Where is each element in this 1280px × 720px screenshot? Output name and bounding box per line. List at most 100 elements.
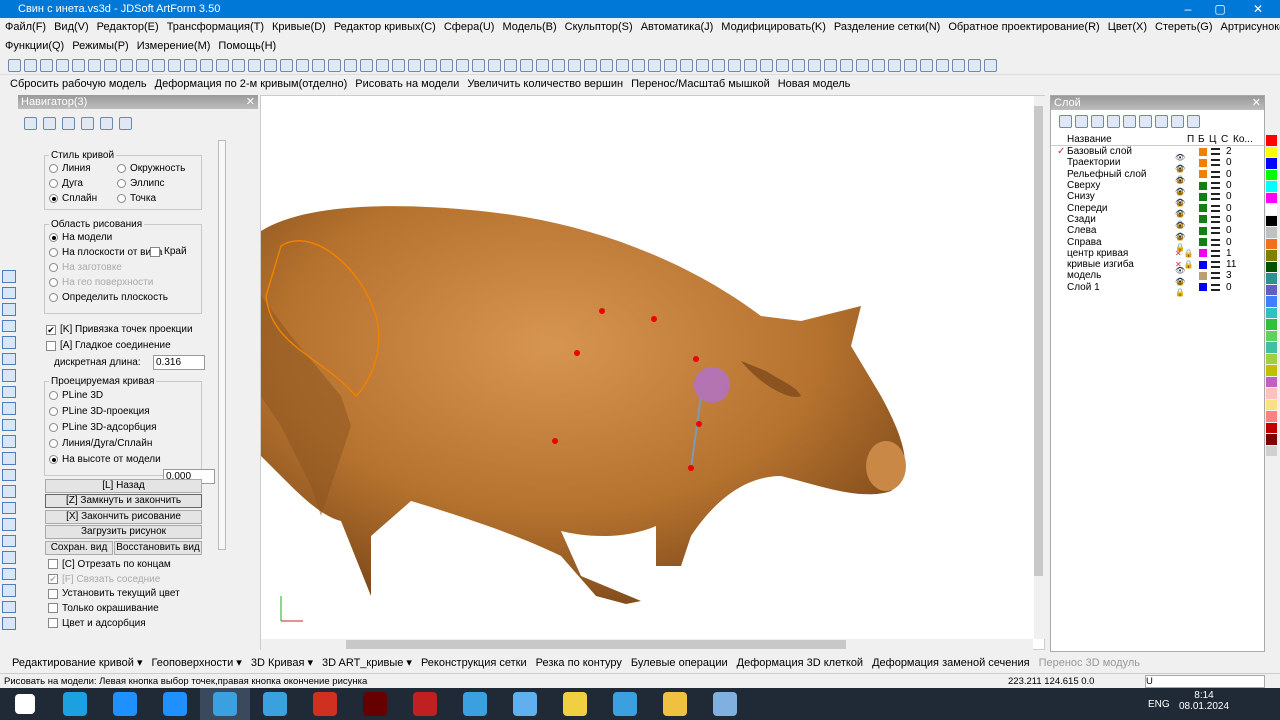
layer-row[interactable]: Сверху 👁🔒 0 xyxy=(1051,176,1264,196)
option-checkbox[interactable]: Установить текущий цвет xyxy=(48,586,180,601)
menu-item[interactable]: Режимы(P) xyxy=(72,37,128,55)
tool-icon[interactable] xyxy=(2,319,16,333)
3d-viewport[interactable] xyxy=(260,95,1045,650)
palette-color[interactable] xyxy=(1266,158,1277,169)
toolbar-text-button[interactable]: Перенос/Масштаб мышкой xyxy=(631,75,770,93)
radio-button[interactable] xyxy=(117,194,126,203)
tool-icon[interactable] xyxy=(2,369,16,382)
toolbar-button-icon[interactable] xyxy=(56,58,69,72)
radio-option[interactable]: Определить плоскость xyxy=(49,290,197,305)
tab-icon[interactable] xyxy=(81,117,94,130)
taskbar-file-explorer-icon[interactable] xyxy=(650,688,700,720)
layer-row[interactable]: Рельефный слой 👁🔒 0 xyxy=(1051,164,1264,184)
toolbar-button-icon[interactable] xyxy=(344,58,357,72)
taskbar-windows-start-icon[interactable] xyxy=(0,688,50,720)
tool-icon[interactable] xyxy=(2,435,16,449)
palette-color[interactable] xyxy=(1266,238,1277,249)
toolbar-button-icon[interactable] xyxy=(72,58,85,72)
toolbar-button-icon[interactable] xyxy=(200,58,213,72)
menu-item[interactable]: Функции(Q) xyxy=(5,37,64,55)
line-style-icon[interactable] xyxy=(1211,283,1220,291)
radio-button[interactable] xyxy=(49,293,58,302)
menu-item[interactable]: Помощь(H) xyxy=(218,37,276,55)
sort-icon[interactable] xyxy=(1187,115,1200,128)
bottom-tab[interactable]: 3D Кривая ▾ xyxy=(251,654,313,672)
toolbar-button-icon[interactable] xyxy=(264,58,277,72)
toolbar-text-button[interactable]: Деформация по 2-м кривым(отделно) xyxy=(155,75,348,93)
finish-button[interactable]: [X] Закончить рисование xyxy=(45,510,202,524)
close-icon[interactable]: ✕ xyxy=(1252,96,1264,110)
tool-icon[interactable] xyxy=(2,501,16,515)
menu-item[interactable]: Сфера(U) xyxy=(444,18,495,36)
taskbar-paint-icon[interactable] xyxy=(700,688,750,720)
toolbar-button-icon[interactable] xyxy=(728,58,741,72)
palette-color[interactable] xyxy=(1266,319,1277,330)
toolbar-button-icon[interactable] xyxy=(840,58,853,72)
toolbar-button-icon[interactable] xyxy=(776,58,789,72)
menu-item[interactable]: Редактор кривых(C) xyxy=(334,18,436,36)
tool-icon[interactable] xyxy=(2,402,16,415)
bottom-tab[interactable]: Деформация 3D клеткой xyxy=(737,654,863,672)
menu-item[interactable]: Файл(F) xyxy=(5,18,46,36)
line-style-icon[interactable] xyxy=(1211,227,1220,235)
back-button[interactable]: [L] Назад xyxy=(45,479,202,493)
menu-item[interactable]: Кривые(D) xyxy=(272,18,326,36)
line-style-icon[interactable] xyxy=(1211,249,1220,257)
down-icon[interactable] xyxy=(1107,115,1120,128)
menu-item[interactable]: Обратное проектирование(R) xyxy=(948,18,1099,36)
tool-icon[interactable] xyxy=(2,534,16,548)
menu-item[interactable]: Трансформация(T) xyxy=(167,18,264,36)
color-swatch[interactable] xyxy=(1199,192,1207,201)
column-header[interactable]: Ц xyxy=(1209,134,1221,145)
toolbar-button-icon[interactable] xyxy=(152,58,165,72)
tool-icon[interactable] xyxy=(2,352,16,366)
restore-view-button[interactable]: Восстановить вид xyxy=(114,541,202,555)
radio-button[interactable] xyxy=(49,194,58,203)
layer-row[interactable]: Спереди 👁🔒 0 xyxy=(1051,198,1264,218)
color-swatch[interactable] xyxy=(1199,226,1207,235)
close-button[interactable]: ✕ xyxy=(1240,0,1276,18)
toolbar-button-icon[interactable] xyxy=(168,58,181,72)
bottom-tab[interactable]: 3D ART_кривые ▾ xyxy=(322,654,412,672)
menu-item[interactable]: Модель(B) xyxy=(502,18,556,36)
option-checkbox[interactable]: Только окрашивание xyxy=(48,601,180,616)
radio-button[interactable] xyxy=(49,406,58,416)
tool-icon[interactable] xyxy=(2,551,16,564)
taskbar-res-icon[interactable] xyxy=(350,688,400,720)
font-icon[interactable] xyxy=(1171,115,1184,128)
menu-item[interactable]: Скульптор(S) xyxy=(565,18,633,36)
column-header[interactable]: Название xyxy=(1051,134,1187,145)
radio-option[interactable]: PLine 3D-проекция xyxy=(49,403,197,419)
taskbar-artform-icon[interactable] xyxy=(450,688,500,720)
menu-item[interactable]: Артрисунок(Y) xyxy=(1221,18,1280,36)
toolbar-button-icon[interactable] xyxy=(824,58,837,72)
toolbar-button-icon[interactable] xyxy=(88,58,101,72)
column-header[interactable]: Б xyxy=(1198,134,1209,145)
radio-option[interactable]: На модели xyxy=(49,230,197,245)
vertical-scrollbar[interactable] xyxy=(1034,96,1045,639)
toolbar-button-icon[interactable] xyxy=(424,58,437,72)
merge-icon[interactable] xyxy=(1139,115,1152,128)
line-style-icon[interactable] xyxy=(1211,261,1220,269)
taskbar-internet-explorer-icon[interactable] xyxy=(100,688,150,720)
palette-color[interactable] xyxy=(1266,388,1277,399)
smooth-checkbox[interactable]: [A] Гладкое соединение xyxy=(46,338,171,353)
option-checkbox[interactable]: ✔ [F] Связать соседние xyxy=(48,572,180,587)
toolbar-button-icon[interactable] xyxy=(536,58,549,72)
taskbar-artform-icon[interactable] xyxy=(250,688,300,720)
tab-icon[interactable] xyxy=(62,117,75,130)
toolbar-text-button[interactable]: Рисовать на модели xyxy=(355,75,459,93)
delete-icon[interactable] xyxy=(1075,115,1088,128)
bottom-tab[interactable]: Реконструкция сетки xyxy=(421,654,527,672)
toolbar-button-icon[interactable] xyxy=(120,58,133,72)
palette-color[interactable] xyxy=(1266,261,1277,272)
column-header[interactable]: П xyxy=(1187,134,1198,145)
new-layer-icon[interactable] xyxy=(1059,115,1072,128)
radio-option[interactable]: Линия/Дуга/Сплайн xyxy=(49,435,197,451)
tab-icon[interactable] xyxy=(119,117,132,130)
toolbar-button-icon[interactable] xyxy=(136,58,149,72)
toolbar-button-icon[interactable] xyxy=(680,58,693,72)
palette-color[interactable] xyxy=(1266,422,1277,433)
radio-button[interactable] xyxy=(49,179,58,188)
checkbox[interactable] xyxy=(48,588,58,599)
